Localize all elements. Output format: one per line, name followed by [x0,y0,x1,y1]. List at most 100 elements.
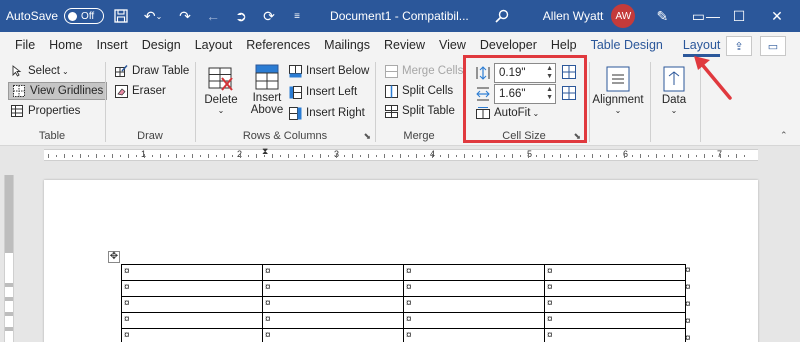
table-cell[interactable]: ¤ [121,312,263,329]
ruler-strip: 1 2 3 4 5 6 7 [44,149,758,161]
alignment-button[interactable]: Alignment ⌄ [590,64,646,115]
rows-columns-group-label: Rows & Columns [242,130,328,142]
tab-file[interactable]: File [8,32,42,58]
properties-button[interactable]: Properties [10,104,80,118]
table-move-handle-icon[interactable]: ✥ [108,251,120,263]
split-cells-button[interactable]: Split Cells [384,84,453,98]
ruler-tick [536,155,537,157]
tab-table-design[interactable]: Table Design [584,32,670,58]
tab-insert[interactable]: Insert [90,32,135,58]
ruler-tick [216,155,217,157]
select-button[interactable]: Select ⌄ [10,64,69,78]
table-cell[interactable]: ¤ [544,312,686,329]
ruler-tick [208,154,209,158]
back-arrow-icon[interactable]: ← [202,5,224,27]
ruler-tick [368,154,369,158]
ruler-tick [688,154,689,158]
ruler-tick [72,155,73,157]
alignment-icon [603,64,633,94]
document-title: Document1 - Compatibil... [330,9,469,23]
table-cell[interactable]: ¤ [121,296,263,313]
autosave-state: Off [81,10,95,22]
dialog-launcher-icon[interactable]: ⬊ [363,131,371,142]
table-row[interactable]: ¤ ¤ ¤ ¤ [121,296,686,313]
tab-mailings[interactable]: Mailings [317,32,377,58]
ruler-tick [472,155,473,157]
tab-layout[interactable]: Layout [188,32,240,58]
table-cell[interactable]: ¤ [262,264,404,281]
ruler-tick [544,154,545,158]
table-cell[interactable]: ¤ [403,296,545,313]
customize-toolbar-icon[interactable]: ≡ [286,5,308,27]
split-table-button[interactable]: Split Table [384,104,455,118]
view-gridlines-label: View Gridlines [30,85,104,97]
ruler-tick [576,154,577,158]
table-cell[interactable]: ¤ [121,264,263,281]
ruler-tick [288,154,289,158]
table-row[interactable]: ¤ ¤ ¤ ¤ [121,264,686,281]
indent-marker-icon[interactable]: ⧗ [262,146,268,157]
ruler-tick [440,155,441,157]
split-cells-label: Split Cells [402,85,454,97]
insert-left-button[interactable]: Insert Left [288,85,357,99]
ruler-tick [400,154,401,158]
table-cell[interactable]: ¤ [403,280,545,297]
insert-above-button[interactable]: Insert Above [246,62,288,116]
pen-icon[interactable]: ✎ [651,5,673,27]
table-cell[interactable]: ¤ [403,264,545,281]
eraser-label: Eraser [132,85,166,97]
tab-table-layout[interactable]: Layout [676,32,728,58]
insert-left-icon [288,85,302,99]
insert-below-button[interactable]: Insert Below [288,64,369,78]
table-cell[interactable]: ¤ [403,312,545,329]
split-table-label: Split Table [402,105,455,117]
redo-icon[interactable]: ↷ [174,5,196,27]
tab-design[interactable]: Design [135,32,188,58]
insert-right-button[interactable]: Insert Right [288,106,365,120]
table-row[interactable]: ¤ ¤ ¤ ¤ [121,312,686,329]
ruler-tick [528,154,529,158]
avatar[interactable]: AW [611,4,636,28]
ruler-tick [568,155,569,157]
table-cell[interactable]: ¤ [544,280,686,297]
table-cell[interactable]: ¤ [262,296,404,313]
close-button[interactable]: ✕ [754,0,800,32]
table-cell[interactable]: ¤ [262,312,404,329]
search-icon[interactable] [491,5,513,27]
table-cell[interactable]: ¤ [262,280,404,297]
row-end-mark: ¤ [685,316,691,327]
ruler-tick [192,154,193,158]
ruler-tick [320,154,321,158]
view-gridlines-button[interactable]: View Gridlines [8,82,108,100]
refresh-icon[interactable]: ⟳ [258,5,280,27]
save-icon[interactable] [110,5,132,27]
table-cell[interactable]: ¤ [121,328,263,342]
tab-references[interactable]: References [239,32,317,58]
tab-review[interactable]: Review [377,32,432,58]
table-cell[interactable]: ¤ [403,328,545,342]
ruler-tick [104,155,105,157]
tab-home[interactable]: Home [42,32,89,58]
table-row[interactable]: ¤ ¤ ¤ ¤ [121,328,686,342]
ruler-tick [392,155,393,157]
comments-icon[interactable]: ▭ [760,36,786,56]
ruler-tick [560,154,561,158]
forward-circle-icon[interactable]: ➲ [230,5,252,27]
delete-button[interactable]: Delete ⌄ [200,64,242,115]
eraser-button[interactable]: Eraser [114,84,166,98]
collapse-ribbon-icon[interactable]: ⌃ [780,130,788,141]
table-cell[interactable]: ¤ [544,296,686,313]
ruler-tick [224,154,225,158]
table-cell[interactable]: ¤ [121,280,263,297]
table-cell[interactable]: ¤ [262,328,404,342]
table-row[interactable]: ¤ ¤ ¤ ¤ [121,280,686,297]
table-cell[interactable]: ¤ [544,264,686,281]
undo-icon[interactable]: ↶ ⌄ [138,5,168,27]
document-table[interactable]: ¤ ¤ ¤ ¤ ¤ ¤ ¤ ¤ ¤ ¤ ¤ ¤ ¤ ¤ ¤ ¤ ¤ ¤ ¤ ¤ [121,264,686,342]
table-cell[interactable]: ¤ [544,328,686,342]
draw-table-button[interactable]: Draw Table [114,64,189,78]
autosave-toggle[interactable]: Off [64,8,105,24]
merge-cells-button[interactable]: Merge Cells [384,64,463,78]
ruler-tick [344,155,345,157]
share-icon[interactable]: ⇪ [726,36,752,56]
